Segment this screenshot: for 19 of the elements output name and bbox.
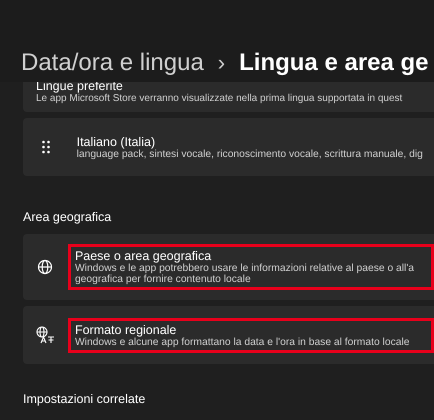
item-title: Paese o area geografica (74, 249, 212, 263)
language-item[interactable]: Italiano (Italia) language pack, sintesi vocale, riconoscimento vocale, scrittura manuale, dig (23, 118, 434, 176)
item-description: Windows e alcune app formattano la data e l'ora in base al formato locale (74, 336, 410, 348)
globe-letters-icon (35, 326, 56, 344)
language-features: language pack, sintesi vocale, riconoscimento vocale, scrittura manuale, dig (76, 148, 424, 160)
item-title: Formato regionale (74, 322, 178, 336)
section-heading: Impostazioni correlate (23, 392, 146, 406)
settings-item[interactable]: Paese o area geografica Windows e le app potrebbero usare le informazioni relative al paese o all'a geografica per fornire contenuto locale (23, 234, 434, 300)
settings-item[interactable]: Formato regionale Windows e alcune app formattano la data e l'ora in base al formato locale (23, 306, 434, 364)
page-title: Lingua e area ge (239, 49, 429, 77)
globe-icon (37, 259, 54, 275)
card-title: Lingue preferite (36, 79, 123, 93)
drag-handle-icon[interactable] (42, 140, 50, 154)
breadcrumb-link[interactable]: Data/ora e lingua (21, 49, 204, 77)
section-heading: Area geografica (23, 210, 112, 224)
breadcrumb-separator: › (218, 50, 226, 76)
item-description: Windows e le app potrebbero usare le informazioni relative al paese o all'a geografica per fornire contenuto locale (74, 263, 416, 285)
language-name: Italiano (Italia) (76, 134, 156, 148)
card-description: Le app Microsoft Store verranno visualizzate nella prima lingua supportata in quest (36, 93, 402, 104)
